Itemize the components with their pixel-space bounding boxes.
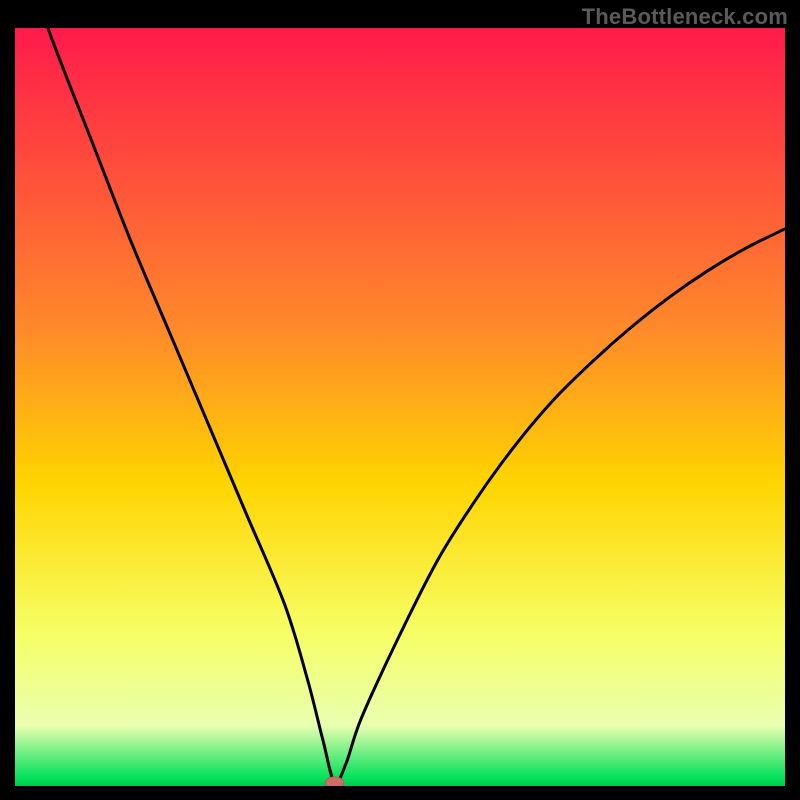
minimum-marker bbox=[325, 777, 343, 786]
chart-frame: TheBottleneck.com bbox=[0, 0, 800, 800]
gradient-rect bbox=[15, 28, 785, 786]
plot-svg bbox=[15, 28, 785, 786]
plot-area bbox=[15, 28, 785, 786]
watermark-text: TheBottleneck.com bbox=[582, 4, 788, 30]
